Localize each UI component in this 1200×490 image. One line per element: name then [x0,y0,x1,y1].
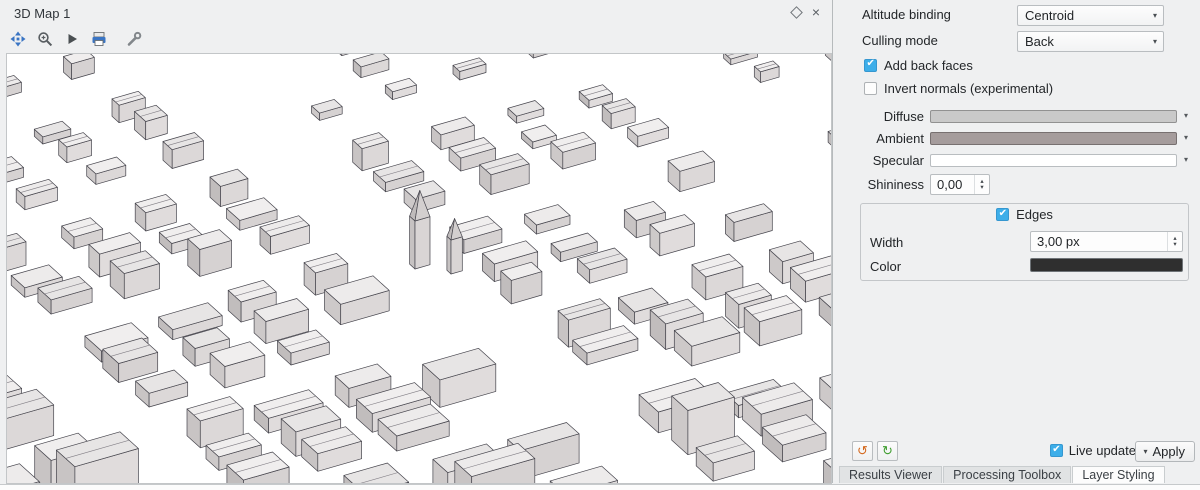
edge-width-label: Width [870,235,903,250]
invert-normals-label: Invert normals (experimental) [884,81,1053,96]
invert-normals-checkbox[interactable] [864,82,877,95]
edge-color-label: Color [870,259,901,274]
map-panel-titlebar: 3D Map 1 × [0,0,832,26]
add-back-faces-label: Add back faces [884,58,973,73]
play-animation-button[interactable] [63,30,81,48]
redo-style-button[interactable]: ↻ [877,441,898,461]
specular-row: Specular ▾ [834,150,1200,173]
diffuse-row: Diffuse ▾ [834,106,1200,129]
chevron-down-icon[interactable]: ▾ [1184,155,1188,164]
culling-mode-label: Culling mode [862,33,938,48]
edges-group-header: Edges [861,207,1188,222]
map-toolbar [0,26,832,52]
styling-footer: ↺ ↻ Live update ▾ Apply [834,440,1200,464]
chevron-down-icon: ▾ [1153,37,1157,46]
altitude-binding-label: Altitude binding [862,7,951,22]
configure-wrench-icon [126,31,142,47]
ambient-label: Ambient [834,131,924,146]
map-3d-panel: 3D Map 1 × [0,0,833,483]
add-back-faces-checkbox[interactable] [864,59,877,72]
tab-label: Processing Toolbox [953,468,1061,482]
ambient-color-button[interactable] [930,132,1177,145]
edges-groupbox: Edges Width 3,00 px ▴ ▾ Color [860,203,1189,281]
altitude-binding-select[interactable]: Centroid ▾ [1017,5,1164,26]
zoom-button[interactable] [36,30,54,48]
ambient-row: Ambient ▾ [834,128,1200,151]
map-3d-viewport[interactable] [6,53,832,484]
close-panel-icon[interactable]: × [812,7,820,17]
diffuse-label: Diffuse [834,109,924,124]
shininess-label: Shininess [834,177,924,192]
map-panel-title: 3D Map 1 [14,6,70,21]
tab-label: Layer Styling [1082,468,1154,482]
specular-label: Specular [834,153,924,168]
spin-down-icon[interactable]: ▾ [980,185,983,191]
camera-pan-icon [10,31,26,47]
altitude-binding-row: Altitude binding Centroid ▾ [834,4,1200,27]
live-update-checkbox[interactable] [1050,444,1063,457]
shininess-row: Shininess 0,00 ▴ ▾ [834,174,1200,197]
edges-checkbox[interactable] [996,208,1009,221]
live-update-control: Live update [1050,443,1136,458]
redo-icon: ↻ [882,443,893,459]
diffuse-color-button[interactable] [930,110,1177,123]
tab-label: Results Viewer [849,468,932,482]
shininess-spinbox[interactable]: 0,00 ▴ ▾ [930,174,990,195]
camera-pan-button[interactable] [9,30,27,48]
zoom-in-icon [37,31,53,47]
tab-layer-styling[interactable]: Layer Styling [1072,466,1164,483]
culling-mode-select[interactable]: Back ▾ [1017,31,1164,52]
edge-color-button[interactable] [1030,258,1183,272]
3d-city-render [7,54,831,483]
altitude-binding-value: Centroid [1025,8,1074,23]
save-scene-button[interactable] [90,30,108,48]
edges-label: Edges [1016,207,1053,222]
specular-color-button[interactable] [930,154,1177,167]
tab-processing-toolbox[interactable]: Processing Toolbox [943,466,1071,483]
apply-button[interactable]: ▾ Apply [1135,441,1195,462]
float-panel-icon[interactable] [790,6,803,19]
spin-down-icon[interactable]: ▾ [1173,242,1176,248]
edge-width-value: 3,00 px [1031,232,1167,251]
culling-mode-row: Culling mode Back ▾ [834,30,1200,53]
live-update-label: Live update [1069,443,1136,458]
chevron-down-icon[interactable]: ▾ [1184,111,1188,120]
chevron-down-icon[interactable]: ▾ [1184,133,1188,142]
apply-button-label: Apply [1152,444,1185,459]
invert-normals-row: Invert normals (experimental) [864,79,1053,97]
play-icon [64,31,80,47]
apply-dropdown-icon: ▾ [1143,447,1147,456]
save-scene-icon [91,31,107,47]
layer-styling-panel: Altitude binding Centroid ▾ Culling mode… [834,0,1200,483]
chevron-down-icon: ▾ [1153,11,1157,20]
bottom-dock-tabbar: Results Viewer Processing Toolbox Layer … [834,466,1200,483]
configure-button[interactable] [125,30,143,48]
undo-style-button[interactable]: ↺ [852,441,873,461]
add-back-faces-row: Add back faces [864,56,973,74]
tab-results-viewer[interactable]: Results Viewer [839,466,942,483]
status-bar [0,484,1200,490]
shininess-value: 0,00 [931,175,974,194]
culling-mode-value: Back [1025,34,1054,49]
undo-icon: ↺ [857,443,868,459]
edge-width-spinbox[interactable]: 3,00 px ▴ ▾ [1030,231,1183,252]
